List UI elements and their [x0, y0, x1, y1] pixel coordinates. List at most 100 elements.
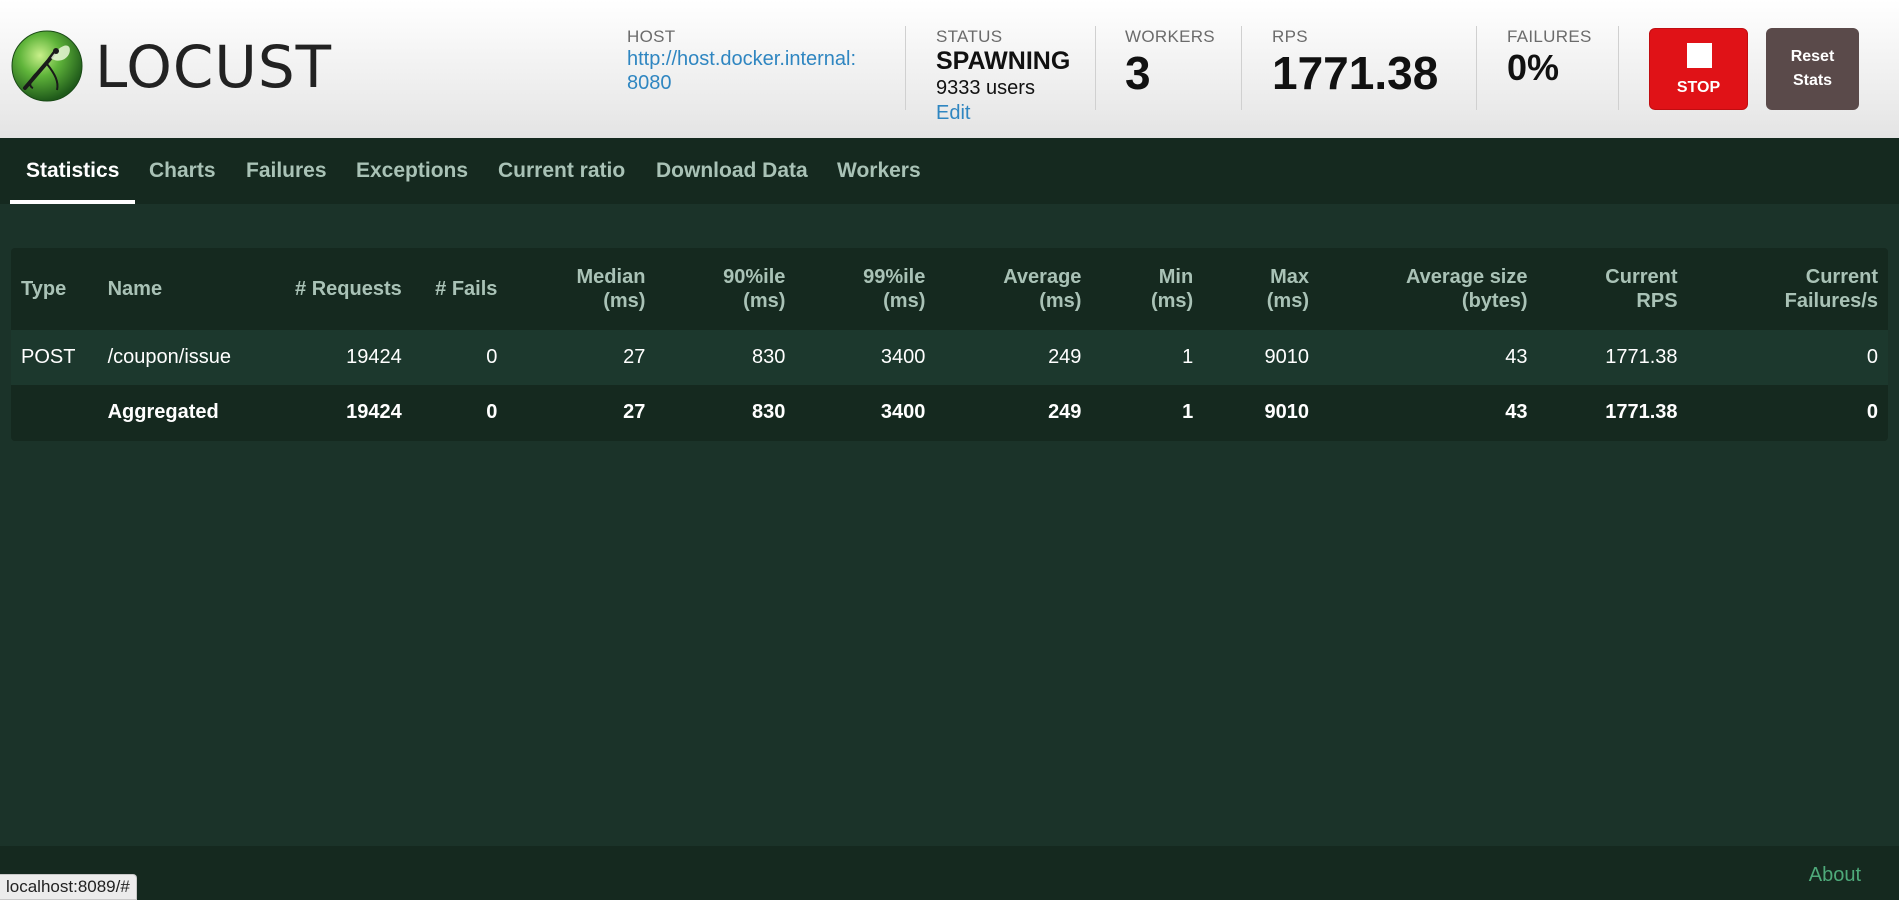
about-link[interactable]: About — [1809, 864, 1861, 887]
table-cell: 43 — [1319, 330, 1538, 385]
host-url-line2: 8080 — [627, 72, 672, 94]
table-cell: 43 — [1505, 401, 1528, 423]
tab-current-ratio[interactable]: Current ratio — [482, 138, 641, 204]
column-header-text: 90%ile — [723, 266, 786, 288]
table-cell: 3400 — [880, 401, 926, 423]
column-header-text: (ms) — [1150, 290, 1194, 312]
column-header-text: # Requests — [295, 278, 402, 300]
column-header-text: Name — [107, 278, 163, 300]
column-header[interactable]: Name — [98, 248, 259, 330]
column-header-text: Average size — [1405, 266, 1528, 288]
locust-logo-icon — [11, 30, 83, 102]
table-cell: 27 — [623, 401, 646, 423]
column-header[interactable]: # Requests — [259, 248, 412, 330]
table-cell: 0 — [1687, 330, 1888, 385]
column-header-text: Min — [1158, 266, 1194, 288]
divider — [1618, 26, 1619, 110]
tab-statistics[interactable]: Statistics — [10, 138, 136, 204]
footer: About — [0, 846, 1899, 900]
column-header-text: Current — [1805, 266, 1878, 288]
column-header[interactable]: # Fails — [412, 248, 508, 330]
status-label: STATUS — [936, 27, 1003, 46]
edit-users-link[interactable]: Edit — [936, 101, 1070, 125]
table-cell: 0 — [411, 330, 508, 385]
table-cell: 0 — [1866, 401, 1878, 423]
column-header-text: Median — [576, 266, 646, 288]
divider — [1241, 26, 1242, 110]
tab-download-data[interactable]: Download Data — [640, 138, 824, 204]
statistics-table-container: Type Name # Requests # Fails Median (ms) 90%il… — [11, 248, 1888, 441]
tab-charts[interactable]: Charts — [133, 138, 232, 204]
host-label: HOST — [627, 27, 676, 46]
host-stat: HOST http://host.docker.internal: 8080 — [627, 27, 856, 95]
column-header-text: (ms) — [1266, 290, 1309, 312]
column-header-text: (ms) — [883, 290, 926, 312]
table-cell: 1 — [1091, 330, 1204, 385]
tab-exceptions[interactable]: Exceptions — [340, 138, 484, 204]
column-header-text: Average — [1003, 266, 1082, 288]
failures-value: 0% — [1507, 47, 1560, 88]
column-header[interactable]: Type — [11, 248, 98, 330]
column-header-text: Type — [21, 278, 67, 300]
table-cell: 830 — [752, 401, 786, 423]
browser-status-url: localhost:8089/# — [0, 874, 137, 900]
stop-button-label: STOP — [1676, 79, 1721, 96]
column-header-text: (ms) — [743, 290, 786, 312]
column-header[interactable]: Average (ms) — [935, 248, 1091, 330]
table-cell: 830 — [655, 330, 796, 385]
workers-stat: WORKERS 3 — [1125, 27, 1215, 99]
failures-stat: FAILURES 0% — [1507, 27, 1592, 89]
table-cell: 0 — [486, 401, 498, 423]
column-header[interactable]: Average size (bytes) — [1319, 248, 1538, 330]
table-cell: POST — [11, 330, 98, 385]
status-stat: STATUS SPAWNING 9333 users Edit — [936, 27, 1070, 125]
reset-stats-button[interactable]: Reset Stats — [1766, 28, 1859, 110]
table-cell: 1771.38 — [1605, 401, 1678, 423]
tab-failures[interactable]: Failures — [230, 138, 343, 204]
workers-value: 3 — [1125, 47, 1151, 99]
table-cell: 19424 — [258, 330, 412, 385]
column-header-text: (ms) — [1039, 290, 1082, 312]
reset-label-line1: Reset — [1790, 48, 1835, 65]
column-header[interactable]: 99%ile (ms) — [795, 248, 935, 330]
table-cell: 9010 — [1264, 401, 1310, 423]
column-header[interactable]: 90%ile (ms) — [655, 248, 795, 330]
table-cell: 19424 — [346, 401, 402, 423]
table-cell: /coupon/issue — [97, 330, 259, 385]
divider — [1476, 26, 1477, 110]
status-value: SPAWNING — [936, 47, 1071, 75]
table-row: POST/coupon/issue 19424 0 27 830 3400 249 1 9010… — [11, 330, 1888, 385]
column-header-text: # Fails — [435, 278, 498, 300]
table-cell: 1 — [1182, 401, 1194, 423]
rps-label: RPS — [1272, 27, 1308, 46]
tab-workers[interactable]: Workers — [821, 138, 937, 204]
column-header-text: (bytes) — [1461, 290, 1528, 312]
table-cell: 27 — [507, 330, 656, 385]
divider — [905, 26, 906, 110]
stop-button[interactable]: STOP — [1649, 28, 1748, 110]
top-bar: LOCUST HOST http://host.docker.internal:… — [0, 0, 1899, 138]
reset-label-line2: Stats — [1792, 72, 1833, 89]
column-header-text: (ms) — [603, 290, 646, 312]
column-header[interactable]: Max (ms) — [1203, 248, 1319, 330]
logo-wordmark: LOCUST — [95, 33, 333, 101]
user-count: 9333 users — [936, 77, 1035, 99]
column-header[interactable]: Median (ms) — [507, 248, 655, 330]
table-cell: 3400 — [795, 330, 936, 385]
column-header-text: Max — [1270, 266, 1309, 288]
column-header-text: Current — [1605, 266, 1678, 288]
column-header[interactable]: Current Failures/s — [1688, 248, 1888, 330]
column-header[interactable]: Current RPS — [1538, 248, 1688, 330]
host-url-link[interactable]: http://host.docker.internal: 8080 — [627, 47, 856, 95]
column-header-text: 99%ile — [863, 266, 926, 288]
statistics-table: Type Name # Requests # Fails Median (ms) 90%il… — [11, 248, 1888, 440]
tab-bar: Statistics Charts Failures Exceptions Cu… — [0, 138, 1899, 204]
column-header-text: Failures/s — [1784, 290, 1878, 312]
column-header[interactable]: Min (ms) — [1091, 248, 1203, 330]
stop-icon — [1687, 43, 1712, 68]
host-url-line1: http://host.docker.internal: — [627, 48, 857, 70]
column-header-text: RPS — [1636, 290, 1678, 312]
table-cell: 249 — [935, 330, 1092, 385]
table-cell: 249 — [1048, 401, 1082, 423]
rps-stat: RPS 1771.38 — [1272, 27, 1438, 99]
